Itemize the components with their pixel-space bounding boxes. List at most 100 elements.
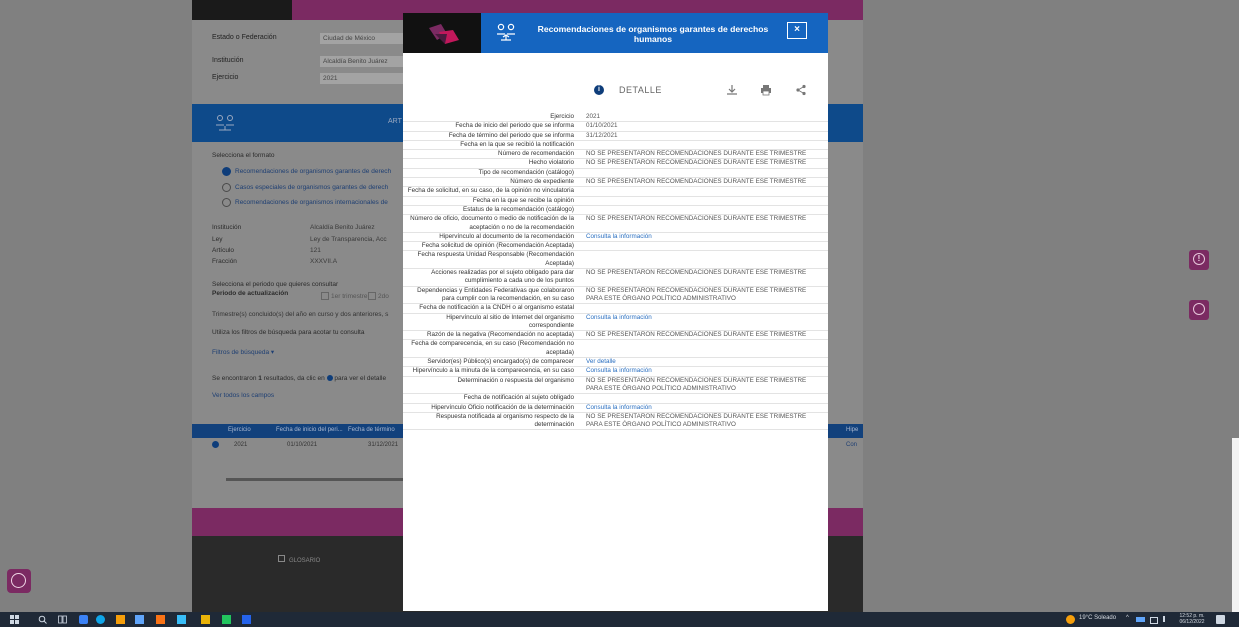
format-radio-2[interactable]: [222, 183, 231, 192]
format-option-1[interactable]: Recomendaciones de organismos garantes d…: [235, 168, 391, 175]
download-icon[interactable]: [726, 84, 738, 96]
detail-row-label: Estatus de la recomendación (catálogo): [463, 205, 574, 213]
institution-select[interactable]: Alcaldía Benito Juárez: [320, 56, 403, 67]
select-period-label: Selecciona el periodo que quieres consul…: [212, 281, 339, 288]
detail-row: Fecha de solicitud, en su caso, de la op…: [403, 187, 828, 197]
battery-icon[interactable]: [1150, 617, 1158, 624]
taskbar: 19°C Soleado ^ 12:52 p. m. 06/12/2022: [0, 612, 1239, 627]
detail-row: Razón de la negativa (Recomendación no a…: [403, 331, 828, 341]
detail-row-link[interactable]: Consulta la información: [580, 404, 816, 412]
print-icon[interactable]: [760, 84, 772, 96]
clock[interactable]: 12:52 p. m. 06/12/2022: [1176, 613, 1208, 625]
volume-icon[interactable]: [1163, 616, 1172, 622]
folder-icon[interactable]: [201, 615, 210, 624]
edge-icon[interactable]: [96, 615, 105, 624]
store-icon[interactable]: [135, 615, 144, 624]
state-select[interactable]: Ciudad de México: [320, 33, 403, 44]
detail-row: Servidor(es) Público(s) encargado(s) de …: [403, 358, 828, 368]
detail-row-label: Fecha de comparecencia, en su caso (Reco…: [411, 340, 574, 356]
detail-row-label: Número de expediente: [510, 178, 574, 186]
office-icon[interactable]: [156, 615, 165, 624]
detail-row-label: Respuesta notificada al organismo respec…: [436, 412, 574, 429]
alert-icon: !: [1193, 253, 1205, 265]
detail-row-link[interactable]: Ver detalle: [580, 358, 816, 366]
share-icon[interactable]: [795, 84, 807, 96]
app-icon[interactable]: [79, 615, 88, 624]
detail-row: Número de expediente NO SE PRESENTARON RE…: [403, 178, 828, 188]
format-option-2[interactable]: Casos especiales de organismos garantes …: [235, 184, 388, 191]
weather-text[interactable]: 19°C Soleado: [1079, 615, 1116, 621]
detail-row-link[interactable]: Consulta la información: [580, 314, 816, 331]
windows-start-icon[interactable]: [10, 615, 19, 624]
table-scrollbar[interactable]: [226, 478, 406, 481]
logo-icon: [429, 24, 459, 44]
modal-header: Recomendaciones de organismos garantes d…: [403, 13, 828, 53]
cell: 01/10/2021: [287, 442, 318, 448]
detail-row-label: Acciones realizadas por el sujeto obliga…: [431, 269, 574, 285]
filters-link[interactable]: Filtros de búsqueda ▾: [212, 348, 274, 356]
people-icon: [497, 23, 515, 41]
select-format-label: Selecciona el formato: [212, 152, 275, 159]
alert-button[interactable]: !: [1189, 250, 1209, 270]
detail-row: Determinación o respuesta del organismo N…: [403, 377, 828, 395]
row-info-icon[interactable]: [212, 441, 219, 448]
detail-row-label: Razón de la negativa (Recomendación no a…: [426, 331, 574, 339]
detail-row-value: NO SE PRESENTARON RECOMENDACIONES DURANT…: [586, 150, 807, 158]
detail-row-label: Hipervínculo al sitio de Internet del or…: [446, 313, 574, 329]
detail-row-label: Ejercicio: [550, 113, 574, 120]
format-radio-3[interactable]: [222, 198, 231, 207]
cell: 2021: [234, 442, 248, 448]
column-header[interactable]: Fecha de inicio del peri...: [276, 427, 343, 433]
detail-row: Hipervínculo al sitio de Internet del or…: [403, 314, 828, 332]
detail-row-value: [580, 242, 816, 250]
detail-row: Fecha respuesta Unidad Responsable (Reco…: [403, 251, 828, 270]
detail-row: Fecha en la que se recibió la notificaci…: [403, 140, 828, 151]
close-button[interactable]: ×: [787, 22, 807, 39]
detail-row-label: Servidor(es) Público(s) encargado(s) de …: [427, 358, 574, 366]
explorer-icon[interactable]: [116, 615, 125, 624]
close-icon: ×: [794, 24, 800, 35]
detail-row: Fecha de comparecencia, en su caso (Reco…: [403, 340, 828, 359]
detail-toolbar: i DETALLE: [403, 79, 828, 99]
detail-row-label: Fecha en la que se recibió la notificaci…: [460, 140, 574, 148]
detail-row-label: Hipervínculo Oficio notificación de la d…: [431, 403, 574, 411]
search-tool-button[interactable]: [1189, 300, 1209, 320]
column-header[interactable]: Hipe: [846, 427, 858, 433]
tray-chevron-icon[interactable]: ^: [1126, 615, 1129, 621]
detail-row: Fecha en la que se recibe la opinión: [403, 197, 828, 206]
task-view-icon[interactable]: [58, 615, 67, 624]
search-icon[interactable]: [38, 615, 47, 624]
detail-row: Dependencias y Entidades Federativas que…: [403, 287, 828, 305]
excel-icon[interactable]: [222, 615, 231, 624]
weather-icon: [1066, 615, 1075, 624]
detail-row-label: Fecha de notificación al sujeto obligado: [463, 394, 574, 402]
format-radio-1[interactable]: [222, 167, 231, 176]
detail-row-label: Fecha solicitud de opinión (Recomendació…: [421, 242, 574, 250]
detail-row-link[interactable]: Consulta la información: [580, 367, 816, 375]
cell-link[interactable]: Con: [846, 442, 857, 448]
notifications-icon[interactable]: [1216, 615, 1225, 624]
word-icon[interactable]: [242, 615, 251, 624]
detail-row-link[interactable]: Consulta la información: [580, 233, 816, 241]
detail-list: Ejercicio 2021 Fecha de inicio del periodo…: [403, 113, 828, 431]
detail-row-value: [580, 169, 816, 177]
detail-row-value: NO SE PRESENTARON RECOMENDACIONES DURANT…: [586, 331, 807, 339]
info-label: Ley: [212, 236, 223, 243]
period-checkbox-1[interactable]: [321, 292, 329, 300]
year-select[interactable]: 2021: [320, 73, 403, 84]
see-all-fields-link[interactable]: Ver todos los campos: [212, 392, 274, 399]
photos-icon[interactable]: [177, 615, 186, 624]
format-option-3[interactable]: Recomendaciones de organismos internacio…: [235, 199, 388, 206]
detail-row: Fecha solicitud de opinión (Recomendació…: [403, 242, 828, 252]
column-header[interactable]: Ejercicio: [228, 427, 251, 433]
detail-row-value: [580, 394, 816, 402]
accessibility-icon: [11, 573, 26, 588]
form-label: Estado o Federación: [212, 34, 277, 41]
glossary-link[interactable]: GLOSARIO: [278, 555, 320, 564]
accessibility-button[interactable]: [7, 569, 31, 593]
detail-row-label: Fecha de inicio del periodo que se infor…: [455, 122, 574, 130]
period-checkbox-2[interactable]: [368, 292, 376, 300]
network-icon[interactable]: [1136, 617, 1145, 622]
detail-row-value: NO SE PRESENTARON RECOMENDACIONES DURANT…: [586, 159, 807, 167]
column-header[interactable]: Fecha de término: [348, 427, 395, 433]
